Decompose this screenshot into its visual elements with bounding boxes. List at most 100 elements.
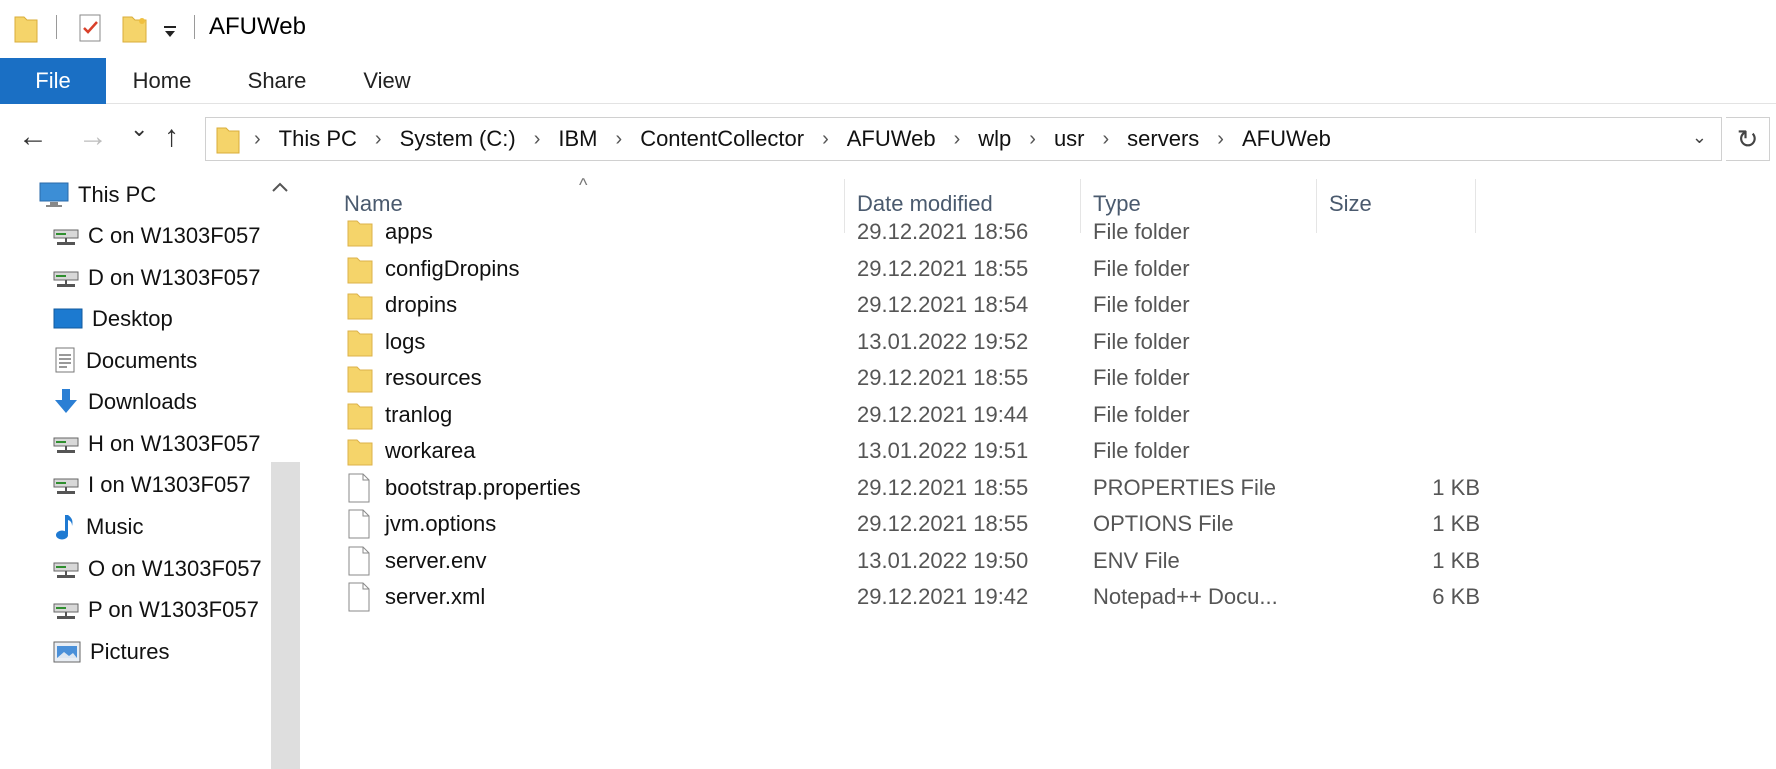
breadcrumb-item[interactable]: wlp [978, 126, 1011, 152]
file-type: File folder [1093, 292, 1190, 317]
file-type: File folder [1093, 328, 1190, 354]
sidebar-item-documents[interactable]: Documents [52, 341, 197, 381]
sidebar-item-h-on-w1303f057[interactable]: H on W1303F057 [52, 424, 260, 464]
network-drive-icon [52, 473, 80, 497]
address-dropdown-chevron-icon[interactable]: ⌄ [1692, 127, 1707, 148]
music-icon [52, 512, 78, 542]
breadcrumb-item[interactable]: AFUWeb [847, 126, 936, 152]
recent-locations-chevron-icon[interactable]: ⌄ [130, 118, 148, 140]
breadcrumb-chevron-icon[interactable]: › [1217, 128, 1224, 151]
navigation-pane: This PC C on W1303F057 D on W1303F057 Deskt… [0, 175, 300, 769]
sidebar-item-label: H on W1303F057 [88, 431, 261, 456]
file-date-modified: 13.01.2022 19:50 [857, 547, 1029, 573]
file-row[interactable]: apps 29.12.2021 18:56 File folder [320, 211, 1500, 252]
sidebar-item-pictures[interactable]: Pictures [52, 632, 169, 672]
file-name: jvm.options [385, 511, 497, 536]
file-type: File folder [1093, 401, 1190, 427]
sidebar-item-label: P on W1303F057 [88, 597, 259, 622]
file-date-modified: 29.12.2021 18:55 [857, 511, 1029, 536]
file-row[interactable]: resources 29.12.2021 18:55 File folder [320, 357, 1500, 398]
file-size: 6 KB [1432, 584, 1480, 609]
file-date-modified: 29.12.2021 19:44 [857, 401, 1029, 427]
properties-checklist-icon[interactable] [78, 12, 104, 50]
new-folder-icon[interactable] [122, 13, 148, 49]
sidebar-item-music[interactable]: Music [52, 507, 143, 547]
breadcrumb-item[interactable]: servers [1127, 126, 1199, 152]
breadcrumb-chevron-icon[interactable]: › [822, 128, 829, 151]
file-type: PROPERTIES File [1093, 474, 1276, 500]
file-row[interactable]: jvm.options 29.12.2021 18:55 OPTIONS File 1… [320, 503, 1500, 544]
breadcrumb-chevron-icon[interactable]: › [616, 128, 623, 151]
documents-icon [52, 346, 78, 376]
breadcrumb-chevron-icon[interactable]: › [375, 128, 382, 151]
file-row[interactable]: bootstrap.properties 29.12.2021 18:55 PROP… [320, 467, 1500, 508]
breadcrumb-chevron-icon[interactable]: › [1029, 128, 1036, 151]
file-type: File folder [1093, 438, 1190, 463]
tab-view[interactable]: View [350, 58, 424, 104]
network-drive-icon [52, 224, 80, 248]
sidebar-item-label: Music [86, 514, 144, 539]
file-date-modified: 29.12.2021 18:55 [857, 255, 1029, 281]
up-arrow-icon[interactable]: ↑ [164, 122, 179, 152]
breadcrumb-item[interactable]: This PC [279, 126, 357, 152]
pictures-icon [52, 639, 82, 665]
file-date-modified: 29.12.2021 18:55 [857, 474, 1029, 500]
breadcrumb-item[interactable]: ContentCollector [640, 126, 804, 152]
breadcrumb-item[interactable]: usr [1054, 126, 1085, 152]
sidebar-item-d-on-w1303f057[interactable]: D on W1303F057 [52, 258, 260, 298]
sidebar-item-p-on-w1303f057[interactable]: P on W1303F057 [52, 590, 259, 630]
address-bar[interactable]: › This PC › System (C:) › IBM › ContentCollecto… [205, 117, 1722, 161]
file-row[interactable]: workarea 13.01.2022 19:51 File folder [320, 430, 1500, 471]
title-bar: AFUWeb [0, 0, 1776, 54]
forward-arrow-icon[interactable]: → [78, 122, 108, 152]
sidebar-item-desktop[interactable]: Desktop [52, 299, 173, 339]
sidebar-item-label: This PC [78, 182, 157, 207]
sidebar-item-i-on-w1303f057[interactable]: I on W1303F057 [52, 465, 251, 505]
file-row[interactable]: tranlog 29.12.2021 19:44 File folder [320, 394, 1500, 435]
file-name: logs [385, 328, 426, 354]
file-size: 1 KB [1432, 474, 1480, 500]
file-row[interactable]: dropins 29.12.2021 18:54 File folder [320, 284, 1500, 325]
tab-file[interactable]: File [0, 58, 106, 104]
sort-ascending-icon: ^ [579, 175, 588, 195]
file-row[interactable]: configDropins 29.12.2021 18:55 File folder [320, 248, 1500, 289]
breadcrumb-item[interactable]: AFUWeb [1242, 126, 1331, 152]
file-name: tranlog [385, 401, 453, 427]
breadcrumb-chevron-icon[interactable]: › [534, 128, 541, 151]
file-list: ^ Name Date modified Type Size apps 29.12… [320, 175, 1776, 769]
file-name: configDropins [385, 255, 520, 281]
back-arrow-icon[interactable]: ← [18, 122, 48, 152]
breadcrumb: › This PC › System (C:) › IBM › ContentCollecto… [254, 118, 1331, 160]
scroll-up-arrow-icon[interactable] [271, 177, 289, 198]
address-folder-icon [216, 124, 240, 160]
sidebar-item-c-on-w1303f057[interactable]: C on W1303F057 [52, 216, 260, 256]
file-date-modified: 13.01.2022 19:52 [857, 328, 1029, 354]
sidebar-item-label: D on W1303F057 [88, 265, 261, 290]
refresh-icon[interactable]: ↻ [1726, 117, 1770, 161]
breadcrumb-chevron-icon[interactable]: › [1103, 128, 1110, 151]
toolbar-separator [56, 15, 57, 39]
tab-home[interactable]: Home [118, 58, 206, 104]
customize-toolbar-arrow-icon[interactable] [163, 20, 177, 46]
tab-share[interactable]: Share [234, 58, 320, 104]
breadcrumb-chevron-icon[interactable]: › [254, 128, 261, 151]
this-pc-icon [38, 181, 70, 209]
sidebar-item-this-pc[interactable]: This PC [38, 175, 156, 215]
breadcrumb-item[interactable]: IBM [558, 126, 597, 152]
network-drive-icon [52, 432, 80, 456]
file-type: File folder [1093, 255, 1190, 281]
breadcrumb-chevron-icon[interactable]: › [954, 128, 961, 151]
file-date-modified: 29.12.2021 18:56 [857, 219, 1029, 244]
folder-icon[interactable] [14, 13, 38, 49]
file-row[interactable]: server.xml 29.12.2021 19:42 Notepad++ Docu… [320, 576, 1500, 617]
file-name: apps [385, 219, 433, 244]
file-row[interactable]: logs 13.01.2022 19:52 File folder [320, 321, 1500, 362]
sidebar-item-label: Documents [86, 348, 198, 373]
sidebar-item-downloads[interactable]: Downloads [52, 382, 197, 422]
network-drive-icon [52, 266, 80, 290]
downloads-icon [52, 387, 80, 417]
breadcrumb-item[interactable]: System (C:) [400, 126, 516, 152]
file-row[interactable]: server.env 13.01.2022 19:50 ENV File 1 KB [320, 540, 1500, 581]
sidebar-item-o-on-w1303f057[interactable]: O on W1303F057 [52, 549, 262, 589]
navpane-scrollbar[interactable] [271, 462, 300, 769]
